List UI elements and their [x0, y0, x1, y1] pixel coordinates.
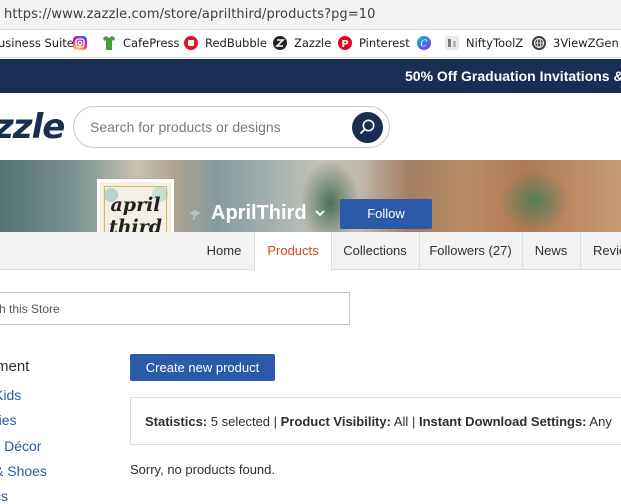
visibility-label: Product Visibility: — [280, 414, 391, 429]
bookmarks-bar: usiness Suite CafePress RedBubble Zazzle… — [0, 30, 621, 58]
bookmark-label: Zazzle — [294, 36, 332, 50]
store-name[interactable]: AprilThird — [211, 202, 307, 225]
globe-icon — [532, 36, 546, 50]
store-tabs: Home Products Collections Followers (27)… — [0, 232, 621, 271]
sidebar-item-shoes[interactable]: & Shoes — [0, 463, 47, 479]
bookmark-label: CafePress — [123, 36, 180, 50]
statistics-value[interactable]: 5 selected — [211, 414, 270, 429]
verified-pin-icon — [189, 210, 201, 220]
bookmark-label: RedBubble — [205, 36, 267, 50]
store-search-input[interactable] — [0, 300, 329, 318]
bookmark-label: Pinterest — [359, 36, 410, 50]
statistics-bar: Statistics: 5 selected | Product Visibil… — [130, 397, 621, 445]
promo-text[interactable]: 50% Off Graduation Invitations & A — [405, 68, 621, 84]
chevron-down-icon[interactable] — [313, 206, 327, 220]
tab-home[interactable]: Home — [194, 232, 255, 270]
create-new-product-button[interactable]: Create new product — [130, 354, 275, 381]
redbubble-icon — [184, 36, 198, 50]
bookmark-instagram[interactable] — [73, 36, 94, 50]
niftytoolz-icon — [445, 36, 459, 50]
separator: | — [273, 414, 278, 429]
download-settings-label: Instant Download Settings: — [418, 414, 587, 429]
follow-button[interactable]: Follow — [340, 199, 432, 229]
search-input[interactable] — [90, 117, 340, 137]
sidebar-heading: ment — [0, 358, 30, 375]
url-text[interactable]: https://www.zazzle.com/store/aprilthird/… — [4, 7, 376, 22]
sidebar-item-accessories[interactable]: ries — [0, 412, 17, 428]
site-header: zzle — [0, 93, 621, 160]
bookmark-niftytoolz[interactable]: NiftyToolZ — [445, 36, 523, 50]
svg-text:P: P — [341, 39, 348, 50]
bookmark-label: usiness Suite — [0, 36, 74, 50]
no-products-message: Sorry, no products found. — [130, 462, 276, 477]
store-banner-image — [0, 160, 621, 232]
search-icon — [360, 119, 375, 134]
bookmark-3viewzgen[interactable]: 3ViewZGen — [532, 36, 619, 50]
browser-address-bar[interactable]: https://www.zazzle.com/store/aprilthird/… — [0, 0, 621, 30]
promo-banner[interactable]: 50% Off Graduation Invitations & A — [0, 59, 621, 93]
instagram-icon — [73, 36, 87, 50]
bookmark-zazzle[interactable]: Zazzle — [273, 36, 331, 50]
bookmark-canva[interactable]: C — [417, 36, 438, 50]
statistics-line: Statistics: 5 selected | Product Visibil… — [145, 414, 612, 429]
tab-news[interactable]: News — [522, 232, 581, 270]
bookmark-label: 3ViewZGen — [553, 36, 619, 50]
svg-text:C: C — [421, 40, 428, 50]
statistics-label: Statistics: — [145, 414, 208, 429]
avatar-text-line1: april — [110, 194, 161, 216]
bookmark-business-suite[interactable]: usiness Suite — [0, 36, 74, 50]
pinterest-icon: P — [338, 36, 352, 50]
bookmark-pinterest[interactable]: P Pinterest — [338, 36, 410, 50]
bookmark-label: NiftyToolZ — [466, 36, 524, 50]
bookmark-redbubble[interactable]: RedBubble — [184, 36, 267, 50]
search-box — [73, 106, 390, 148]
canva-icon: C — [417, 36, 431, 50]
visibility-value[interactable]: All — [394, 414, 408, 429]
tab-followers[interactable]: Followers (27) — [419, 232, 523, 270]
cafepress-icon — [102, 36, 116, 50]
tab-products[interactable]: Products — [254, 232, 332, 271]
sidebar-item-more[interactable]: cs — [0, 488, 8, 504]
store-search-box — [0, 292, 350, 325]
separator: | — [411, 414, 416, 429]
zazzle-logo[interactable]: zzle — [0, 107, 65, 147]
sidebar-item-wall-decor[interactable]: ll Décor — [0, 438, 41, 454]
sidebar-item-kids[interactable]: Kids — [0, 387, 21, 403]
search-button[interactable] — [352, 112, 383, 143]
tab-collections[interactable]: Collections — [331, 232, 420, 270]
tab-reviews[interactable]: Revie — [580, 232, 621, 270]
zazzle-icon — [273, 36, 287, 50]
download-settings-value[interactable]: Any — [589, 414, 611, 429]
bookmark-cafepress[interactable]: CafePress — [102, 36, 179, 50]
